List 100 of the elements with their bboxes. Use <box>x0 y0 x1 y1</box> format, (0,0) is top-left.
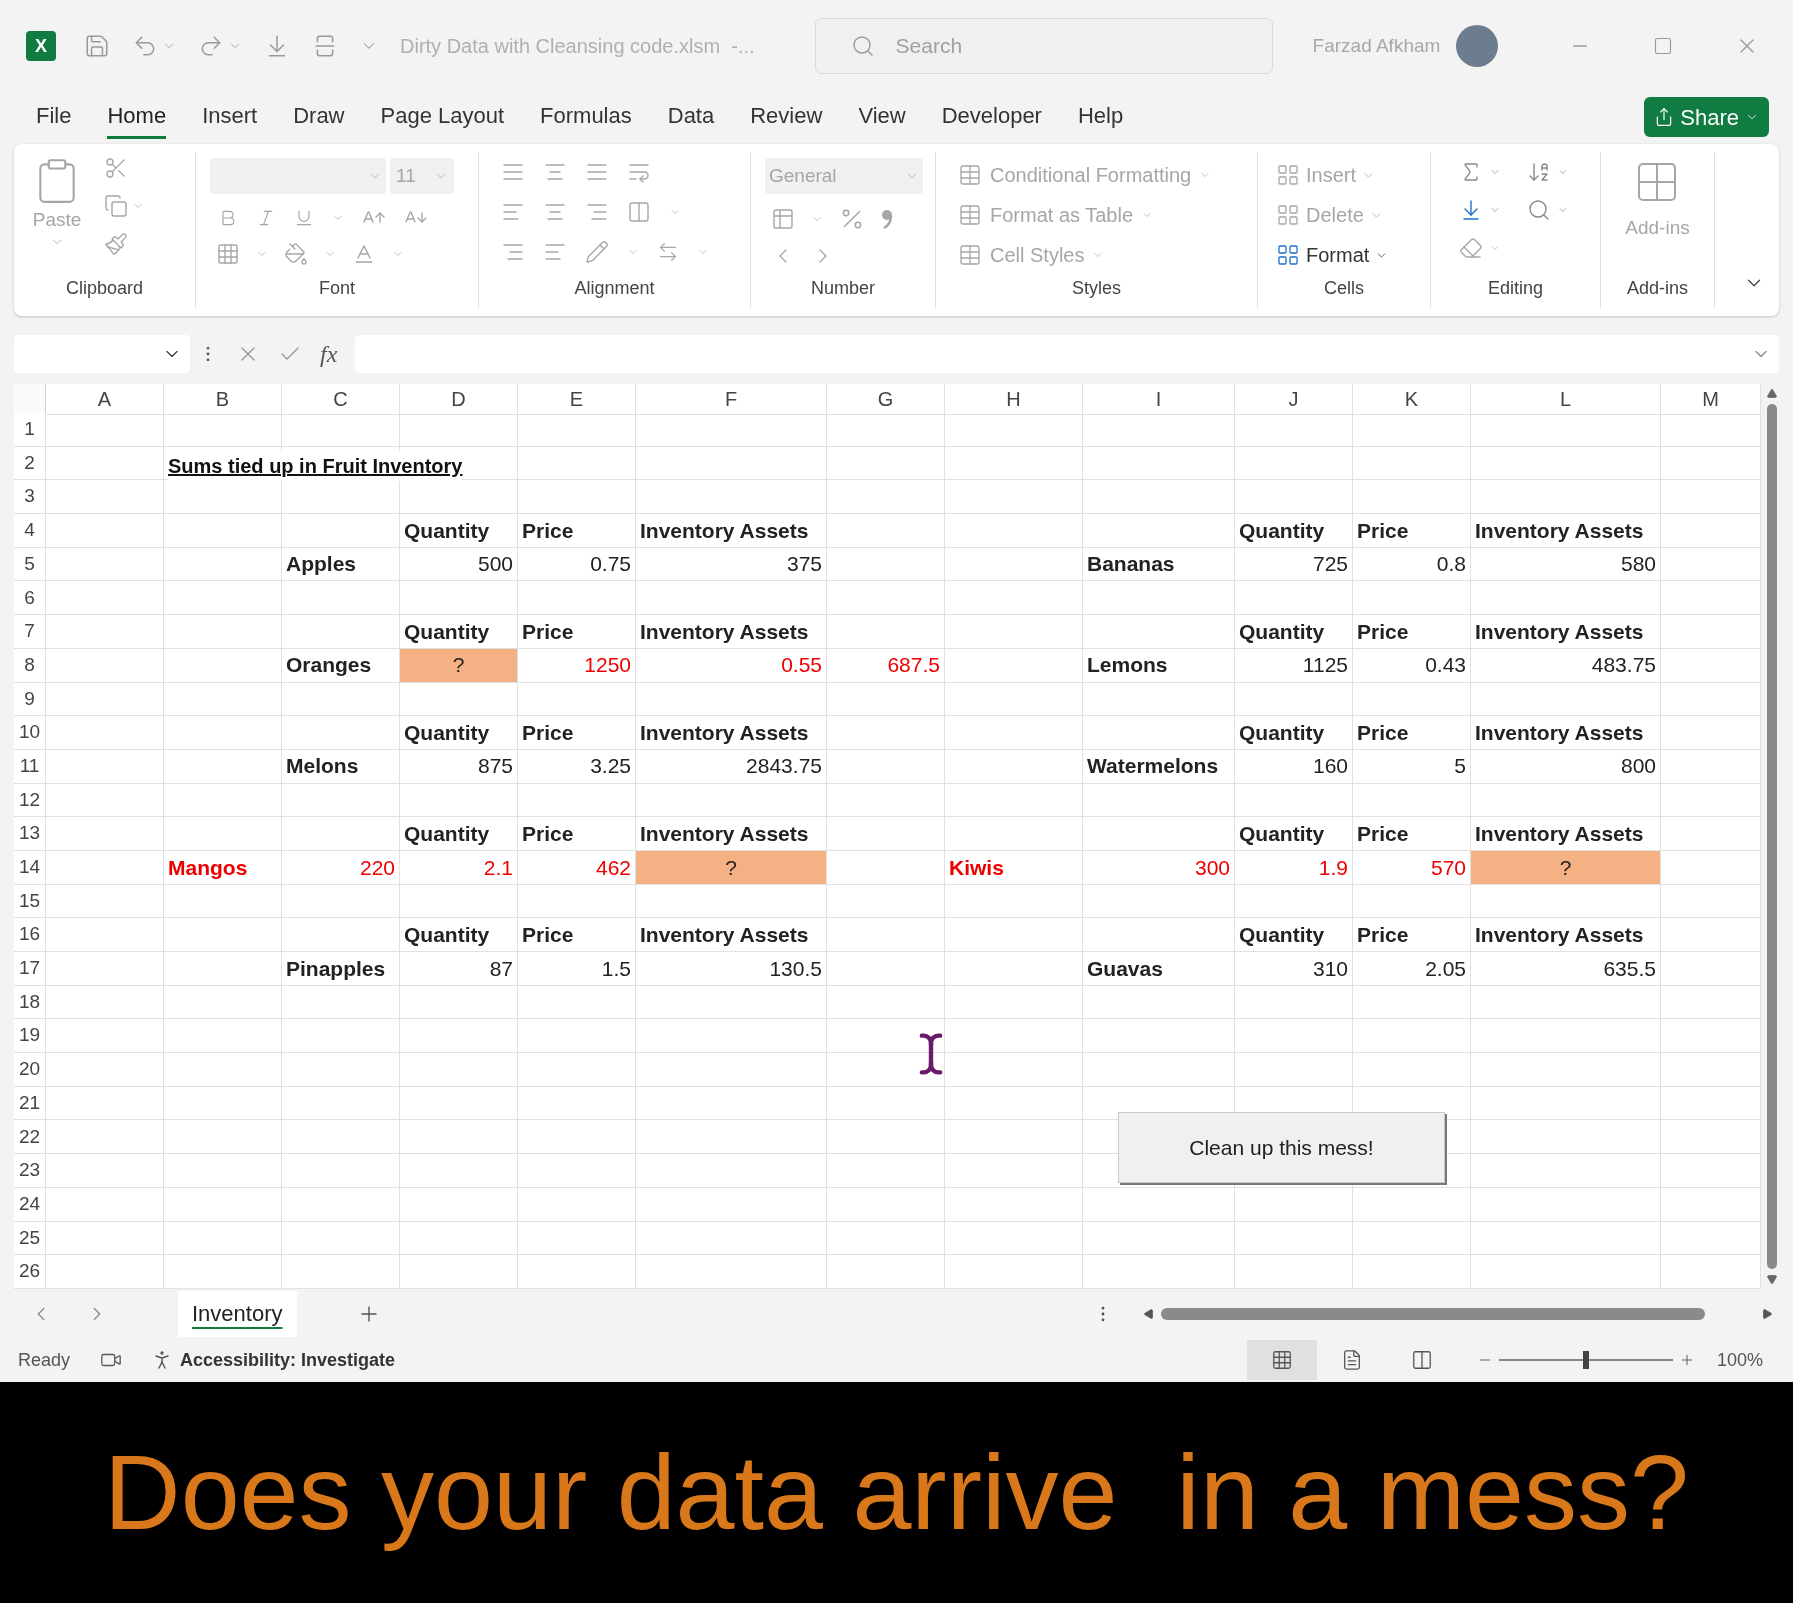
row-header[interactable]: 14 <box>14 850 46 885</box>
accessibility-status[interactable]: Accessibility: Investigate <box>180 1346 396 1374</box>
avatar[interactable] <box>1456 25 1499 67</box>
row-header[interactable]: 12 <box>14 783 46 818</box>
save-icon[interactable] <box>84 33 110 59</box>
table-cell: 0.55 <box>636 648 827 683</box>
select-all-corner[interactable] <box>14 384 46 415</box>
scrollbar-thumb[interactable] <box>1767 404 1777 1269</box>
row-header[interactable]: 17 <box>14 952 46 986</box>
row-header[interactable]: 10 <box>14 716 46 750</box>
eraser-icon[interactable] <box>1459 236 1483 260</box>
row-header[interactable]: 11 <box>14 749 46 784</box>
column-header[interactable]: C <box>282 384 400 415</box>
column-header[interactable]: K <box>1353 384 1471 415</box>
insert-function-button[interactable]: fx <box>320 336 338 372</box>
row-header[interactable]: 22 <box>14 1120 46 1155</box>
row-header[interactable]: 21 <box>14 1086 46 1121</box>
text-direction-icon[interactable] <box>657 241 679 263</box>
ribbon-tab[interactable]: Developer <box>941 95 1042 139</box>
table-cell: Price <box>518 514 636 548</box>
fill-color-icon[interactable] <box>284 242 308 266</box>
table-cell: 483.75 <box>1471 648 1661 683</box>
horizontal-scrollbar[interactable] <box>1161 1307 1705 1320</box>
row-header[interactable]: 3 <box>14 480 46 515</box>
column-header[interactable]: D <box>400 384 518 415</box>
ribbon-tab[interactable]: Page Layout <box>380 95 505 139</box>
borders-icon[interactable] <box>216 242 240 266</box>
column-header[interactable]: E <box>518 384 636 415</box>
table-cell: 220 <box>282 850 400 885</box>
ribbon-tab[interactable]: Draw <box>293 95 345 139</box>
find-icon[interactable] <box>1527 198 1551 222</box>
cells-menu-item[interactable]: Format <box>1276 240 1430 270</box>
column-header[interactable]: H <box>945 384 1083 415</box>
column-header[interactable]: F <box>636 384 827 415</box>
underline-icon[interactable] <box>294 208 314 228</box>
sheet-tab[interactable]: Inventory <box>178 1290 297 1337</box>
row-header[interactable]: 13 <box>14 817 46 851</box>
font-name-field[interactable] <box>210 158 386 194</box>
view-icon[interactable] <box>1270 1349 1293 1372</box>
scroll-right-icon[interactable] <box>1761 1307 1773 1320</box>
row-header[interactable]: 8 <box>14 648 46 683</box>
column-header[interactable]: J <box>1235 384 1353 415</box>
format-painter-icon[interactable] <box>104 232 128 256</box>
row-header[interactable]: 20 <box>14 1053 46 1087</box>
row-header[interactable]: 24 <box>14 1187 46 1222</box>
zoom-level[interactable]: 100% <box>1716 1346 1763 1374</box>
column-header[interactable]: B <box>164 384 282 415</box>
table-cell: Inventory Assets <box>636 615 827 649</box>
row-header[interactable]: 5 <box>14 547 46 582</box>
zoom-thumb[interactable] <box>1582 1351 1589 1370</box>
column-header[interactable]: I <box>1083 384 1235 415</box>
table-cell: Quantity <box>1235 514 1353 548</box>
sort-filter-icon[interactable] <box>1527 160 1551 184</box>
merge-icon[interactable] <box>627 200 651 224</box>
row-header[interactable]: 16 <box>14 918 46 952</box>
ribbon-tab[interactable]: View <box>858 95 906 139</box>
search-field[interactable]: Search <box>814 18 1273 74</box>
copy-icon[interactable] <box>104 194 128 218</box>
column-header[interactable]: L <box>1471 384 1661 415</box>
row-header[interactable]: 19 <box>14 1019 46 1054</box>
ribbon-tab[interactable]: Home <box>107 95 167 139</box>
row-header[interactable]: 23 <box>14 1154 46 1188</box>
comma-style-icon[interactable] <box>881 208 893 230</box>
scroll-up-icon[interactable] <box>1766 388 1778 400</box>
font-color-icon[interactable] <box>352 242 376 266</box>
row-header[interactable]: 25 <box>14 1221 46 1256</box>
formula-input[interactable] <box>355 335 1779 373</box>
ribbon-tab[interactable]: Data <box>667 95 715 139</box>
view-button[interactable] <box>1246 1340 1317 1381</box>
share-button[interactable]: Share <box>1644 97 1769 137</box>
table-cell: 1.9 <box>1235 850 1353 885</box>
ribbon-tab[interactable]: File <box>36 95 72 139</box>
search-icon[interactable] <box>850 34 875 58</box>
row-header[interactable]: 15 <box>14 884 46 919</box>
scroll-left-icon[interactable] <box>1143 1307 1155 1320</box>
row-header[interactable]: 9 <box>14 682 46 717</box>
scroll-down-icon[interactable] <box>1766 1272 1778 1285</box>
ribbon-tab[interactable]: Insert <box>202 95 258 139</box>
table-cell: Inventory Assets <box>1471 716 1661 750</box>
table-cell: 580 <box>1471 547 1661 582</box>
table-cell: 5 <box>1353 749 1471 784</box>
row-header[interactable]: 6 <box>14 581 46 616</box>
ribbon-tab[interactable]: Review <box>750 95 823 139</box>
row-header[interactable]: 26 <box>14 1255 46 1289</box>
column-header[interactable]: A <box>46 384 164 415</box>
table-cell: 635.5 <box>1471 952 1661 986</box>
view-icon[interactable] <box>1410 1349 1433 1372</box>
row-header[interactable]: 18 <box>14 985 46 1020</box>
row-header[interactable]: 7 <box>14 615 46 649</box>
row-header[interactable]: 4 <box>14 514 46 548</box>
row-header[interactable]: 1 <box>14 413 46 447</box>
ribbon-tab[interactable]: Help <box>1077 95 1124 139</box>
column-header[interactable]: G <box>827 384 945 415</box>
grid-icon[interactable] <box>1276 243 1300 267</box>
macro-button[interactable]: Clean up this mess! <box>1118 1112 1445 1183</box>
table-cell: 3.25 <box>518 749 636 784</box>
font-size-value: 11 <box>396 163 416 188</box>
maximize-icon[interactable] <box>1653 36 1673 56</box>
row-header[interactable]: 2 <box>14 446 46 481</box>
ribbon-tab[interactable]: Formulas <box>540 95 632 139</box>
